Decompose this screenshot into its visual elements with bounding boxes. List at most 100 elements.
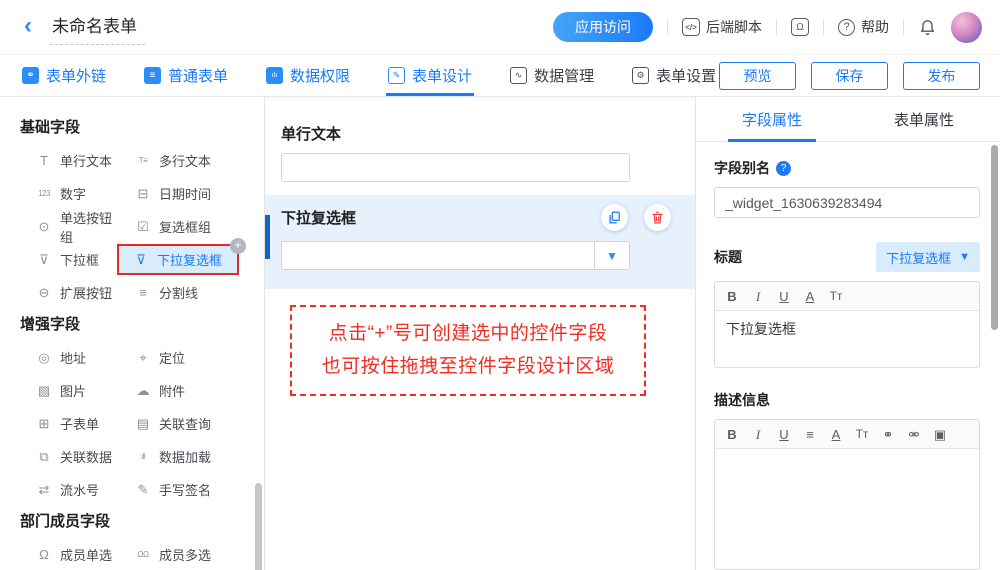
bold-button[interactable]: B	[719, 290, 745, 303]
field-label: 下拉复选框	[281, 207, 356, 228]
sidebar-item-signature[interactable]: ✎手写签名	[119, 473, 256, 506]
underline-button[interactable]: U	[771, 290, 797, 303]
title-editor: BIUATт 下拉复选框	[714, 281, 980, 368]
copy-field-button[interactable]	[601, 204, 628, 231]
question-icon: ?	[838, 19, 855, 36]
tab-field-properties[interactable]: 字段属性	[696, 97, 848, 141]
color-button[interactable]: A	[823, 428, 849, 441]
user-avatar[interactable]	[951, 12, 982, 43]
save-button[interactable]: 保存	[811, 62, 888, 90]
divider	[903, 19, 904, 35]
signature-icon: ✎	[135, 482, 151, 498]
preview-button[interactable]: 预览	[719, 62, 796, 90]
sidebar-item-label: 成员多选	[159, 545, 211, 564]
sidebar-item-address[interactable]: ◎地址	[20, 341, 119, 374]
sidebar-item-single-text[interactable]: T单行文本	[20, 144, 119, 177]
fontsize-button[interactable]: Tт	[849, 428, 875, 440]
notification-bell-icon[interactable]	[918, 18, 937, 37]
unlink-button[interactable]: ⚮	[901, 428, 927, 441]
number-icon: 123	[36, 189, 52, 198]
sidebar-item-subform[interactable]: ⊞子表单	[20, 407, 119, 440]
sidebar-scrollbar[interactable]	[255, 483, 262, 570]
sidebar-item-radio-group[interactable]: ⊙单选按钮组	[20, 210, 119, 243]
field-alias-input[interactable]	[714, 187, 980, 218]
align-button[interactable]: ≡	[797, 428, 823, 441]
tab-chart[interactable]: ılı数据权限	[264, 55, 352, 96]
sidebar-item-data-load[interactable]: ıll数据加载	[119, 440, 256, 473]
sidebar-item-label: 下拉框	[60, 250, 99, 269]
underline-button[interactable]: U	[771, 428, 797, 441]
fontsize-button[interactable]: Tт	[823, 290, 849, 302]
panel-scrollbar[interactable]	[991, 145, 998, 330]
add-field-badge-icon[interactable]: +	[230, 238, 246, 254]
contacts-button[interactable]: Ω	[791, 18, 809, 36]
form-title[interactable]: 未命名表单	[50, 10, 145, 45]
sidebar-item-number[interactable]: 123数字	[20, 177, 119, 210]
tab-design[interactable]: ✎表单设计	[386, 55, 474, 96]
single-text-input[interactable]	[281, 153, 630, 182]
sidebar-item-member-single[interactable]: Ω成员单选	[20, 538, 119, 570]
tab-data-manage[interactable]: ∿数据管理	[508, 55, 596, 96]
title-type-dropdown[interactable]: 下拉复选框 ▼	[876, 242, 980, 272]
sidebar-item-extend-button[interactable]: ⊖扩展按钮	[20, 276, 119, 309]
back-icon[interactable]: ‹	[24, 14, 32, 38]
divider	[776, 19, 777, 35]
tab-label: 表单设计	[412, 65, 472, 86]
help-button[interactable]: ? 帮助	[838, 17, 889, 37]
color-button[interactable]: A	[797, 290, 823, 303]
tab-link[interactable]: ⚭表单外链	[20, 55, 108, 96]
help-label: 帮助	[861, 17, 889, 37]
sidebar-item-dropdown[interactable]: ⊽下拉框	[20, 243, 119, 276]
sidebar-item-label: 定位	[159, 348, 185, 367]
italic-button[interactable]: I	[745, 428, 771, 441]
sidebar-item-dropdown-check[interactable]: ⊽下拉复选框+	[119, 246, 237, 273]
alias-help-icon[interactable]: ?	[776, 161, 791, 176]
hint-line-2: 也可按住拖拽至控件字段设计区域	[322, 351, 615, 383]
extend-button-icon: ⊖	[36, 285, 52, 301]
sidebar-item-location[interactable]: ⌖ 定位	[119, 341, 256, 374]
title-editor-content[interactable]: 下拉复选框	[715, 311, 979, 367]
sidebar-item-label: 单行文本	[60, 151, 112, 170]
bold-button[interactable]: B	[719, 428, 745, 441]
tab-form[interactable]: ≡普通表单	[142, 55, 230, 96]
tab-label: 表单设置	[656, 65, 716, 86]
backend-script-button[interactable]: </> 后端脚本	[682, 17, 762, 37]
sidebar-item-label: 关联查询	[159, 414, 211, 433]
dropdown-check-field: ▼	[281, 241, 630, 270]
sidebar-item-linked-query[interactable]: ▤关联查询	[119, 407, 256, 440]
sidebar-item-datetime[interactable]: ⊟日期时间	[119, 177, 256, 210]
sidebar-item-divider[interactable]: ≡分割线	[119, 276, 256, 309]
chart-icon: ılı	[266, 67, 283, 84]
tab-form-properties[interactable]: 表单属性	[848, 97, 1000, 141]
description-editor-content[interactable]	[715, 449, 979, 569]
nav-tabs: ⚭表单外链 ≡普通表单 ılı数据权限 ✎表单设计 ∿数据管理 ⚙ 表单设置	[20, 55, 718, 96]
sidebar-item-serial-number[interactable]: ⇄流水号	[20, 473, 119, 506]
image-button[interactable]: ▣	[927, 428, 953, 441]
sidebar-item-label: 地址	[60, 348, 86, 367]
subform-icon: ⊞	[36, 416, 52, 432]
sidebar-item-linked-data[interactable]: ⧉关联数据	[20, 440, 119, 473]
form-settings-icon: ⚙	[632, 67, 649, 84]
sidebar-item-attachment[interactable]: ☁附件	[119, 374, 256, 407]
member-single-icon: Ω	[36, 547, 52, 562]
link-icon: ⚭	[22, 67, 39, 84]
sidebar-item-image[interactable]: ▧图片	[20, 374, 119, 407]
tab-form-settings[interactable]: ⚙ 表单设置	[630, 55, 718, 96]
data-load-icon: ıll	[135, 452, 151, 461]
location-icon: ⌖	[135, 350, 151, 366]
dropdown-caret-icon[interactable]: ▼	[594, 242, 629, 269]
dropdown-check-input[interactable]	[282, 242, 594, 269]
app-access-button[interactable]: 应用访问	[553, 12, 653, 42]
italic-button[interactable]: I	[745, 290, 771, 303]
delete-field-button[interactable]	[644, 204, 671, 231]
properties-panel: 字段属性 表单属性 字段别名 ? 标题 下拉复选框 ▼ BIUATт	[696, 97, 1000, 570]
field-single-text[interactable]: 单行文本	[265, 123, 695, 182]
radio-group-icon: ⊙	[36, 219, 52, 235]
field-dropdown-check-selected[interactable]: 下拉复选框 ▼	[265, 195, 695, 289]
sidebar-item-member-multi[interactable]: ΩΩ成员多选	[119, 538, 256, 570]
title-editor-toolbar: BIUATт	[715, 282, 979, 311]
sidebar-item-multi-text[interactable]: T≡多行文本	[119, 144, 256, 177]
link-button[interactable]: ⚭	[875, 428, 901, 441]
publish-button[interactable]: 发布	[903, 62, 980, 90]
tab-label: 数据管理	[534, 65, 594, 86]
